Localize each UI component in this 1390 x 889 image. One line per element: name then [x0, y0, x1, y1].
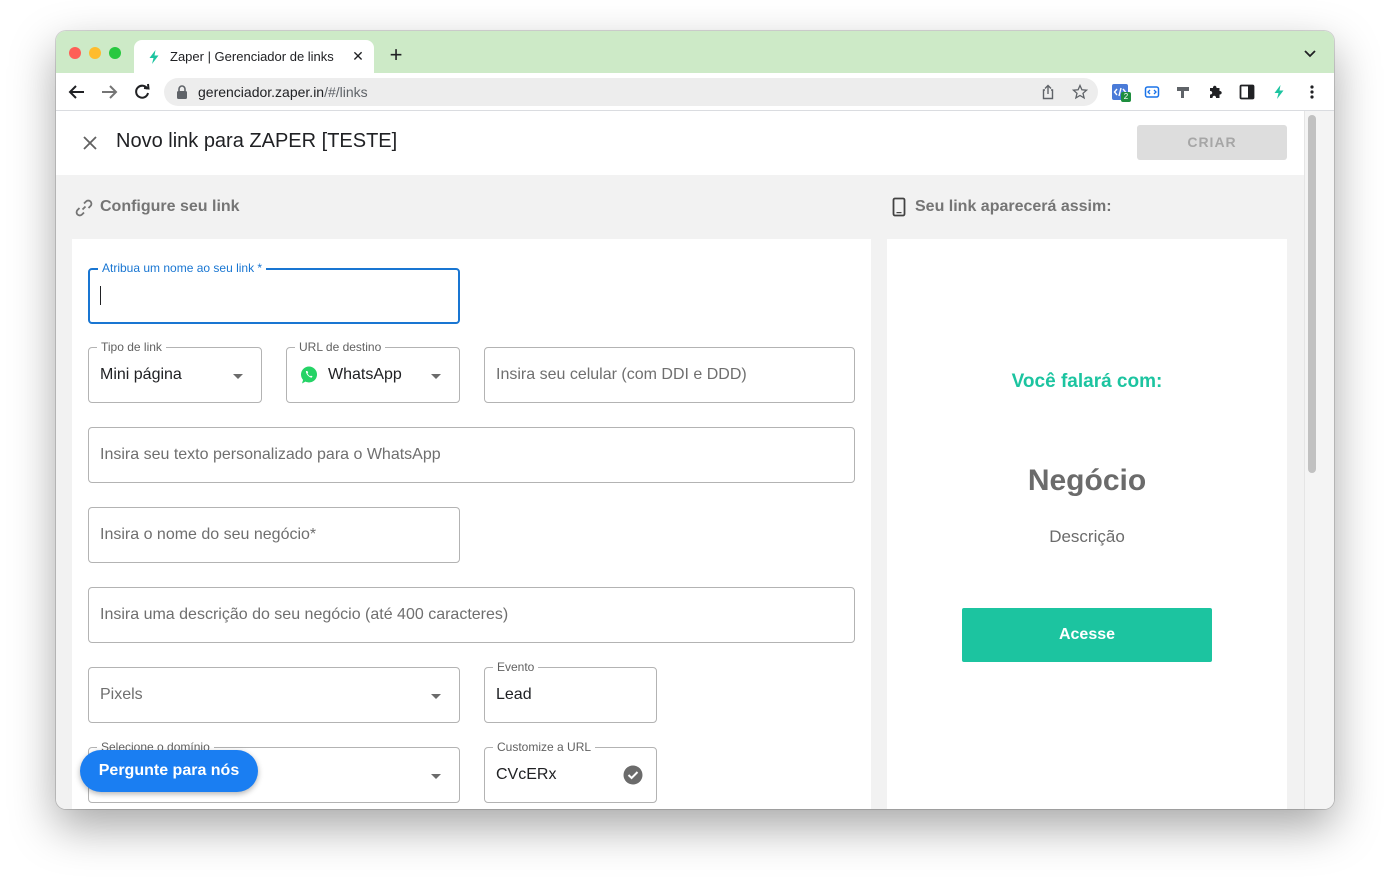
phone-placeholder: Insira seu celular (com DDI e DDD): [496, 366, 747, 383]
page-content: Novo link para ZAPER [TESTE] CRIAR Confi…: [56, 111, 1334, 809]
event-input[interactable]: Evento Lead: [484, 660, 657, 723]
page-header: Novo link para ZAPER [TESTE] CRIAR: [56, 111, 1304, 175]
bolt-icon: [149, 50, 159, 64]
config-section-title: Configure seu link: [100, 198, 240, 215]
preview-card: Você falará com: Negócio Descrição Acess…: [887, 239, 1287, 809]
close-tab-icon[interactable]: ✕: [350, 48, 366, 64]
pixels-placeholder: Pixels: [100, 686, 143, 703]
url-host: gerenciador.zaper.in: [198, 84, 325, 100]
pixels-select[interactable]: Pixels: [88, 667, 460, 723]
star-icon[interactable]: [1072, 84, 1088, 100]
dropdown-arrow-icon: [233, 374, 243, 379]
text-caret: [100, 286, 101, 305]
preview-heading: Você falará com:: [1011, 371, 1163, 392]
zaper-extension-icon[interactable]: [1271, 84, 1287, 100]
business-description-input[interactable]: Insira uma descrição do seu negócio (até…: [88, 587, 855, 643]
business-name-placeholder: Insira o nome do seu negócio*: [100, 526, 317, 543]
config-card: Atribua um nome ao seu link * Tipo de li…: [72, 239, 871, 809]
link-type-value: Mini página: [100, 366, 182, 383]
whatsapp-message-input[interactable]: Insira seu texto personalizado para o Wh…: [88, 427, 855, 483]
tag-extension-icon[interactable]: [1144, 84, 1160, 100]
address-bar[interactable]: gerenciador.zaper.in/#/links: [164, 78, 1098, 106]
check-circle-icon: [623, 765, 643, 785]
scrollbar-thumb[interactable]: [1308, 115, 1316, 473]
link-type-select[interactable]: Tipo de link Mini página: [88, 340, 262, 403]
browser-tab[interactable]: Zaper | Gerenciador de links ✕: [134, 40, 374, 74]
pin-extension-icon[interactable]: [1175, 84, 1191, 100]
preview-section-title: Seu link aparecerá assim:: [915, 198, 1112, 215]
forward-arrow-icon[interactable]: [100, 83, 118, 101]
custom-url-value: CVcERx: [496, 766, 557, 783]
preview-description: Descrição: [1049, 527, 1125, 546]
custom-url-label: Customize a URL: [493, 740, 596, 754]
browser-window: Zaper | Gerenciador de links ✕ + gerenci…: [56, 31, 1334, 809]
close-icon[interactable]: [80, 133, 100, 153]
link-type-label: Tipo de link: [97, 340, 166, 354]
minimize-window-button[interactable]: [89, 47, 101, 59]
business-description-placeholder: Insira uma descrição do seu negócio (até…: [100, 606, 509, 623]
page-scrollbar[interactable]: [1304, 111, 1334, 809]
lock-icon: [177, 85, 187, 99]
event-label: Evento: [493, 660, 539, 674]
dropdown-arrow-icon: [431, 374, 441, 379]
tab-bar: Zaper | Gerenciador de links ✕ +: [56, 31, 1334, 74]
whatsapp-icon: [301, 366, 317, 384]
link-icon: [75, 199, 93, 217]
kebab-menu-icon[interactable]: [1304, 84, 1320, 100]
dropdown-arrow-icon: [431, 694, 441, 699]
message-placeholder: Insira seu texto personalizado para o Wh…: [100, 446, 441, 463]
devtools-extension-icon[interactable]: 2: [1112, 84, 1131, 102]
browser-toolbar: gerenciador.zaper.in/#/links 2: [56, 73, 1334, 111]
new-tab-button[interactable]: +: [386, 44, 406, 66]
event-value: Lead: [496, 686, 532, 703]
destination-label: URL de destino: [295, 340, 386, 354]
page-title: Novo link para ZAPER [TESTE]: [116, 130, 398, 152]
phone-input[interactable]: Insira seu celular (com DDI e DDD): [484, 347, 855, 403]
maximize-window-button[interactable]: [109, 47, 121, 59]
dropdown-arrow-icon: [431, 774, 441, 779]
destination-value: WhatsApp: [328, 366, 402, 383]
business-name-input[interactable]: Insira o nome do seu negócio*: [88, 507, 460, 563]
destination-select[interactable]: URL de destino WhatsApp: [286, 340, 460, 403]
preview-business-name: Negócio: [1027, 464, 1147, 497]
link-name-field[interactable]: Atribua um nome ao seu link *: [88, 261, 460, 324]
share-icon[interactable]: [1040, 84, 1056, 100]
url-path: /#/links: [324, 84, 368, 100]
custom-url-input[interactable]: Customize a URL CVcERx: [484, 740, 657, 803]
side-panel-icon[interactable]: [1239, 84, 1255, 100]
chevron-down-icon[interactable]: [1303, 49, 1317, 59]
create-button[interactable]: CRIAR: [1137, 125, 1287, 160]
extension-badge: 2: [1121, 92, 1131, 102]
close-window-button[interactable]: [69, 47, 81, 59]
back-arrow-icon[interactable]: [68, 83, 86, 101]
link-name-label: Atribua um nome ao seu link *: [98, 261, 267, 275]
puzzle-icon[interactable]: [1207, 84, 1223, 100]
reload-icon[interactable]: [133, 83, 151, 101]
help-chat-button[interactable]: Pergunte para nós: [80, 750, 258, 792]
url-text: gerenciador.zaper.in/#/links: [198, 84, 368, 100]
smartphone-icon: [892, 197, 906, 217]
tab-title: Zaper | Gerenciador de links: [170, 49, 334, 64]
preview-access-button[interactable]: Acesse: [962, 608, 1212, 662]
